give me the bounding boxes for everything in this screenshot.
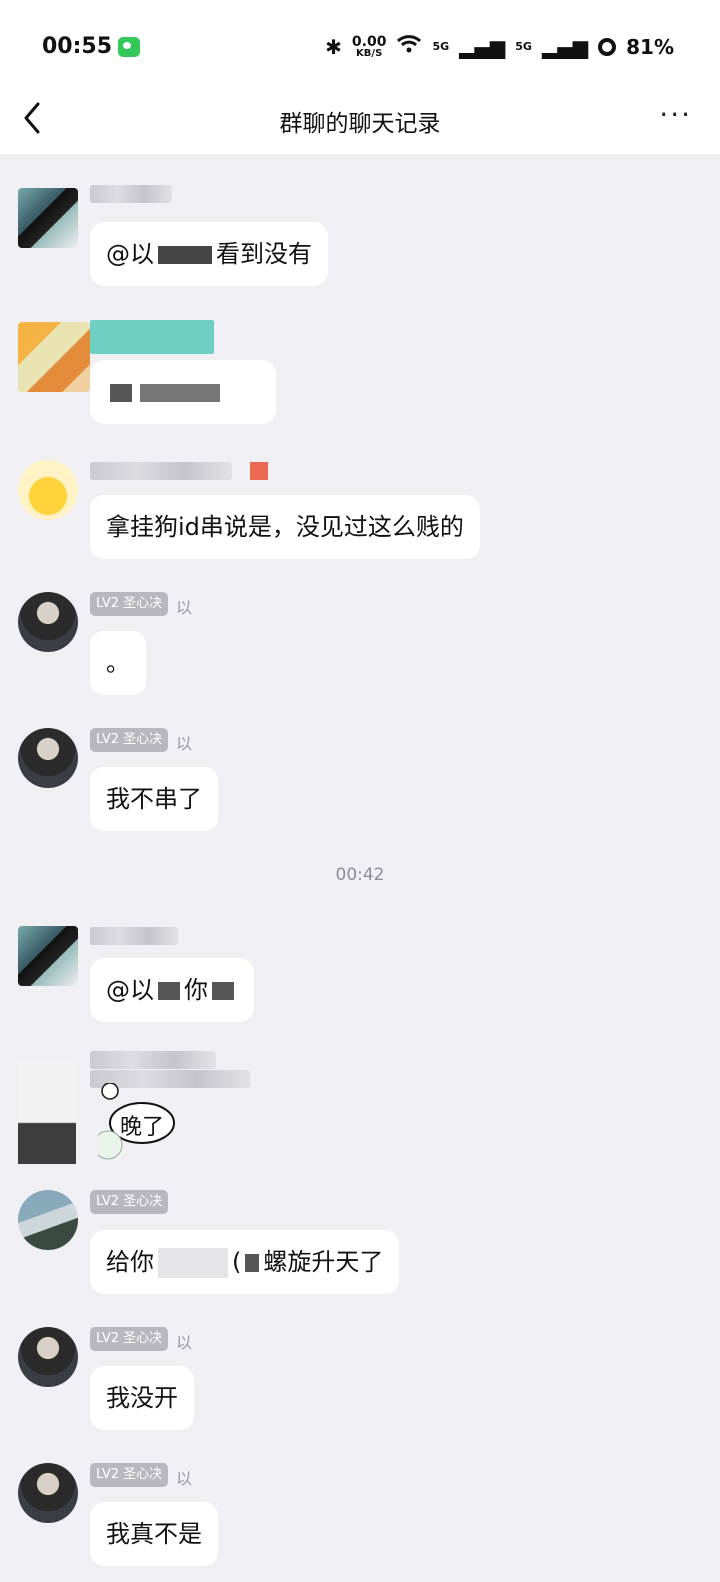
redacted-text	[158, 982, 180, 1000]
sender-name-blurred	[90, 320, 214, 354]
sender-tag-blurred	[250, 462, 268, 480]
message-bubble[interactable]: 。	[90, 631, 146, 695]
avatar[interactable]	[18, 1463, 78, 1523]
wechat-icon	[118, 37, 140, 57]
page-title: 群聊的聊天记录	[279, 111, 441, 137]
wifi-icon	[396, 34, 422, 59]
sender-name-blurred	[90, 462, 232, 480]
more-options-button[interactable]: ···	[659, 98, 692, 131]
message-bubble[interactable]: @以 看到没有	[90, 222, 328, 286]
avatar[interactable]	[18, 1060, 76, 1164]
message-bubble[interactable]: 我没开	[90, 1366, 194, 1430]
time-divider: 00:42	[335, 865, 385, 885]
redacted-text	[158, 1248, 228, 1278]
navigation-bar: 群聊的聊天记录 ···	[0, 82, 720, 154]
sticker-caption: 晚了	[120, 1115, 165, 1140]
message-bubble[interactable]	[90, 360, 276, 424]
avatar[interactable]	[18, 728, 78, 788]
message-bubble[interactable]: 我真不是	[90, 1502, 218, 1566]
avatar[interactable]	[18, 592, 78, 652]
signal-bars-icon-2: ▂▄▆	[541, 34, 589, 59]
redacted-text	[245, 1254, 260, 1272]
sender-name-blurred	[90, 927, 178, 945]
avatar[interactable]	[18, 1327, 78, 1387]
signal-bars-icon-1: ▂▄▆	[459, 34, 506, 59]
level-badge: LV2 圣心决	[90, 1463, 169, 1487]
sender-name: 以	[176, 1333, 193, 1352]
sender-name: 以	[176, 1469, 193, 1488]
signal-5g-icon-1: 5G	[432, 40, 450, 53]
avatar[interactable]	[18, 460, 78, 520]
avatar[interactable]	[18, 322, 90, 392]
message-bubble[interactable]: 给你(螺旋升天了	[90, 1230, 400, 1294]
redacted-text	[140, 384, 220, 402]
level-badge: LV2 圣心决	[90, 1327, 169, 1351]
bluetooth-icon: ✱	[325, 34, 342, 59]
status-bar: 00:55 ✱ 0.00 KB/S 5G ▂▄▆ 5G ▂▄▆ 81%	[0, 0, 720, 92]
status-icons: ✱ 0.00 KB/S 5G ▂▄▆ 5G ▂▄▆ 81%	[325, 34, 674, 59]
battery-percent: 81%	[626, 34, 674, 59]
avatar[interactable]	[18, 188, 78, 248]
sender-name: 以	[176, 734, 193, 753]
message-bubble[interactable]: 我不串了	[90, 767, 218, 831]
level-badge: LV2 圣心决	[90, 1190, 169, 1214]
redacted-text	[212, 982, 234, 1000]
sender-name-blurred	[90, 1051, 216, 1069]
avatar[interactable]	[18, 1190, 78, 1250]
signal-5g-icon-2: 5G	[515, 40, 532, 53]
message-bubble[interactable]: 拿挂狗id串说是，没见过这么贱的	[90, 495, 480, 559]
level-badge: LV2 圣心决	[90, 592, 169, 616]
sender-name-blurred	[90, 185, 172, 203]
redacted-text	[158, 246, 212, 264]
redacted-text	[110, 384, 132, 402]
avatar[interactable]	[18, 926, 78, 986]
battery-ring-icon	[598, 37, 617, 56]
sender-name: 以	[176, 598, 193, 617]
network-speed: 0.00 KB/S	[351, 33, 387, 59]
sticker-image[interactable]: 晚了	[93, 1082, 178, 1163]
status-time: 00:55	[42, 34, 113, 59]
message-bubble[interactable]: @以你	[90, 958, 254, 1022]
level-badge: LV2 圣心决	[90, 728, 169, 752]
